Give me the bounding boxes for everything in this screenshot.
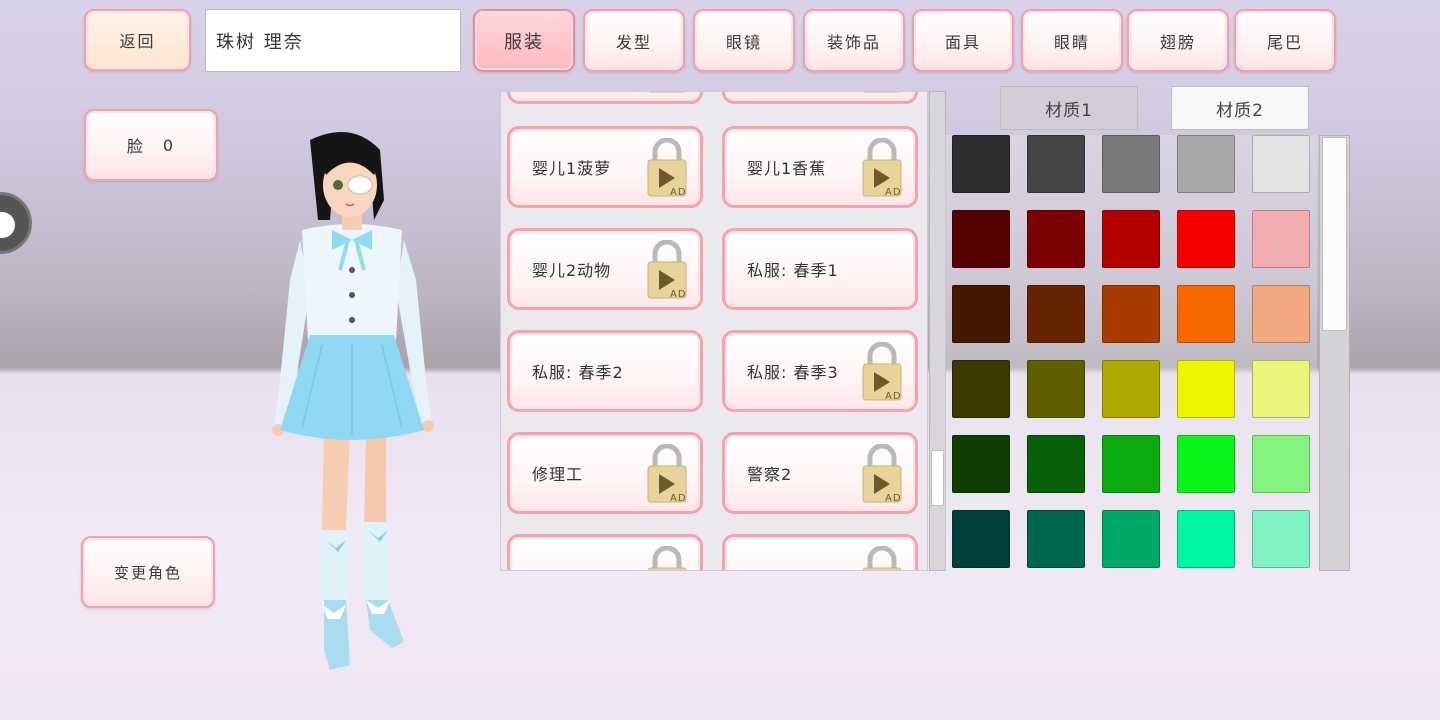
color-swatch[interactable]	[1177, 210, 1235, 268]
outfit-label: 婴儿1香蕉	[747, 159, 827, 178]
ad-badge: AD	[885, 187, 902, 198]
color-swatch[interactable]	[1027, 435, 1085, 493]
color-swatch[interactable]	[1102, 135, 1160, 193]
outfit-list-scrollbar[interactable]	[929, 91, 946, 571]
outfit-item[interactable]: 私服: 春季2	[507, 330, 703, 412]
outfit-item[interactable]: 私服: 春季1	[722, 228, 918, 310]
ad-lock-icon: AD	[862, 342, 902, 402]
tab-glasses[interactable]: 眼镜	[693, 9, 795, 72]
material-2-tab[interactable]: 材质2	[1171, 86, 1309, 130]
character-model[interactable]	[262, 130, 442, 675]
color-swatch[interactable]	[1102, 510, 1160, 568]
outfit-item[interactable]: 警察2 AD	[722, 432, 918, 514]
color-swatch[interactable]	[1177, 510, 1235, 568]
ad-badge: AD	[885, 391, 902, 402]
color-palette[interactable]	[945, 135, 1317, 571]
ad-lock-icon: AD	[647, 444, 687, 504]
outfit-item[interactable]: 婴儿1菠萝 AD	[507, 126, 703, 208]
ad-lock-icon: AD	[862, 138, 902, 198]
outfit-item[interactable]	[507, 534, 703, 570]
ad-lock-icon	[647, 546, 687, 570]
color-swatch[interactable]	[1027, 285, 1085, 343]
outfit-label: 婴儿2动物	[532, 261, 612, 280]
tab-accessories[interactable]: 装饰品	[803, 9, 905, 72]
color-swatch[interactable]	[952, 510, 1010, 568]
outfit-label: 修理工	[532, 465, 584, 484]
color-swatch[interactable]	[1252, 510, 1310, 568]
color-swatch[interactable]	[1252, 285, 1310, 343]
ad-lock-icon	[862, 546, 902, 570]
ad-badge: AD	[670, 289, 687, 300]
ad-lock-icon: AD	[649, 91, 687, 94]
color-swatch[interactable]	[952, 435, 1010, 493]
ad-badge: AD	[885, 91, 902, 94]
color-swatch[interactable]	[1027, 210, 1085, 268]
tab-eyes[interactable]: 眼睛	[1021, 9, 1123, 72]
ad-lock-icon: AD	[647, 240, 687, 300]
face-selector-button[interactable]: 脸 0	[84, 109, 218, 181]
color-swatch[interactable]	[1252, 135, 1310, 193]
outfit-item[interactable]: AD	[722, 91, 918, 104]
ad-badge: AD	[670, 187, 687, 198]
color-swatch[interactable]	[952, 210, 1010, 268]
color-swatch[interactable]	[1102, 360, 1160, 418]
toggle-knob-icon	[0, 212, 15, 238]
ad-badge: AD	[670, 493, 687, 504]
color-swatch[interactable]	[1102, 435, 1160, 493]
outfit-item[interactable]: 修理工 AD	[507, 432, 703, 514]
color-swatch[interactable]	[1177, 360, 1235, 418]
color-swatch[interactable]	[1027, 135, 1085, 193]
material-1-tab[interactable]: 材质1	[1000, 86, 1138, 130]
ad-lock-icon: AD	[864, 91, 902, 94]
palette-scrollbar[interactable]	[1319, 135, 1350, 571]
color-swatch[interactable]	[952, 360, 1010, 418]
color-swatch[interactable]	[1027, 510, 1085, 568]
tab-clothing[interactable]: 服装	[473, 9, 575, 72]
color-swatch[interactable]	[952, 285, 1010, 343]
tab-tail[interactable]: 尾巴	[1234, 9, 1336, 72]
color-swatch[interactable]	[1177, 435, 1235, 493]
color-swatch[interactable]	[1177, 135, 1235, 193]
color-swatch[interactable]	[952, 135, 1010, 193]
ad-lock-icon: AD	[647, 138, 687, 198]
outfit-item[interactable]: AD	[507, 91, 703, 104]
color-swatch[interactable]	[1177, 285, 1235, 343]
scroll-thumb[interactable]	[1322, 137, 1347, 331]
outfit-label: 婴儿1菠萝	[532, 159, 612, 178]
outfit-item[interactable]: 婴儿1香蕉 AD	[722, 126, 918, 208]
outfit-item[interactable]	[722, 534, 918, 570]
outfit-label: 警察2	[747, 465, 793, 484]
tab-hairstyle[interactable]: 发型	[583, 9, 685, 72]
tab-mask[interactable]: 面具	[912, 9, 1014, 72]
color-swatch[interactable]	[1102, 210, 1160, 268]
face-label: 脸	[126, 137, 145, 156]
outfit-list[interactable]: AD AD 婴儿1菠萝 AD 婴儿1香蕉 AD 婴儿2动物 AD 私服: 春季1…	[500, 91, 928, 571]
color-swatch[interactable]	[1252, 435, 1310, 493]
color-swatch[interactable]	[1027, 360, 1085, 418]
outfit-item[interactable]: 私服: 春季3 AD	[722, 330, 918, 412]
outfit-label: 私服: 春季1	[747, 261, 839, 280]
color-swatch[interactable]	[1252, 360, 1310, 418]
change-character-button[interactable]: 变更角色	[81, 536, 215, 608]
back-button[interactable]: 返回	[84, 9, 191, 71]
face-value: 0	[162, 135, 176, 155]
ad-lock-icon: AD	[862, 444, 902, 504]
tab-wings[interactable]: 翅膀	[1127, 9, 1229, 72]
outfit-label: 私服: 春季3	[747, 363, 839, 382]
outfit-item[interactable]: 婴儿2动物 AD	[507, 228, 703, 310]
color-swatch[interactable]	[1252, 210, 1310, 268]
side-menu-toggle[interactable]	[0, 192, 32, 254]
ad-badge: AD	[670, 91, 687, 94]
color-swatch[interactable]	[1102, 285, 1160, 343]
outfit-label: 私服: 春季2	[532, 363, 624, 382]
ad-badge: AD	[885, 493, 902, 504]
character-name-field[interactable]: 珠树 理奈	[205, 9, 461, 72]
scroll-thumb[interactable]	[931, 450, 944, 506]
